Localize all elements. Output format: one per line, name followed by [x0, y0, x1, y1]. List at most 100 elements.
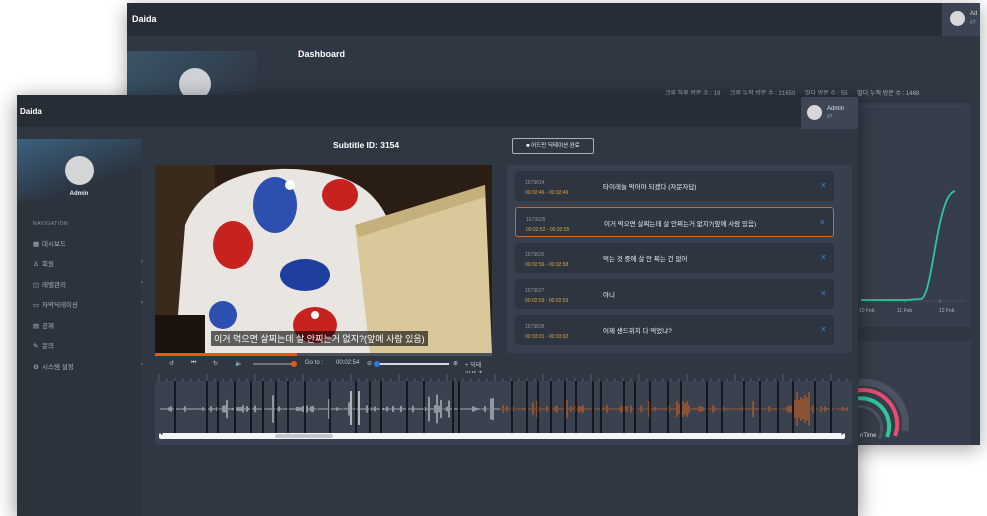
- list-item[interactable]: 1673614 00:02:46 - 00:02:49 타이레놀 먹어야 되겠다…: [515, 171, 834, 201]
- zoom-slider[interactable]: [374, 361, 449, 367]
- dashboard-icon: ▦: [33, 241, 40, 248]
- dictation-text: 타이레놀 먹어야 되겠다 (자문자답): [603, 184, 697, 191]
- video-frame: [155, 165, 492, 353]
- video-icon: ▭: [33, 302, 40, 309]
- dictation-text: 어제 샌드위치 다 먹었냐?: [603, 328, 672, 335]
- goto-time-input[interactable]: 00:02:54: [336, 360, 359, 366]
- close-icon[interactable]: ×: [821, 324, 826, 334]
- stat: 딸다 누적 방문 수 : 1468: [857, 91, 920, 97]
- sidebar-item-levels[interactable]: ◫ 레벨관리 ›: [33, 279, 143, 289]
- dictation-text: 이거 먹으면 살찌는데 살 안찌는거 없지?(앞에 사람 있음): [604, 221, 757, 228]
- scroll-right-icon[interactable]: ▸: [841, 431, 844, 437]
- chart-label: nTime: [860, 433, 877, 439]
- dictation-time: 00:02:56 - 00:02:58: [525, 262, 569, 268]
- x-tick-label: 11 Feb: [897, 308, 913, 314]
- replay-icon[interactable]: ↻: [213, 360, 218, 367]
- video-progress-fill: [155, 353, 297, 356]
- volume-knob[interactable]: [291, 361, 297, 367]
- dictation-id: 1673614: [525, 180, 545, 186]
- dictation-id: 1673625: [526, 217, 546, 223]
- x-tick-label: 10 Feb: [859, 308, 875, 314]
- sidebar-item-system-settings[interactable]: ⚙ 시스템 설정 ›: [33, 361, 143, 371]
- level-icon: ◫: [33, 282, 40, 289]
- background-line-chart-card: 10 Feb 11 Feb 12 Feb: [855, 103, 971, 327]
- chevron-right-icon: ›: [140, 361, 143, 368]
- user-menu[interactable]: Admin #7: [801, 97, 858, 129]
- donut-chart: [855, 378, 910, 440]
- background-sidebar-header: [127, 51, 257, 101]
- video-subtitle-caption: 이거 먹으면 살찌는데 살 안찌는거 없지?(앞에 사람 있음): [211, 331, 428, 346]
- sidebar-item-subtitle-dictation[interactable]: ▭ 자막딕테이션 ›: [33, 299, 143, 309]
- dictation-id: 1673628: [525, 324, 545, 330]
- chevron-right-icon: ›: [140, 299, 143, 306]
- background-donut-card: nTime: [855, 341, 971, 445]
- close-icon[interactable]: ×: [821, 288, 826, 298]
- sidebar-item-notice[interactable]: ▤ 공제: [33, 320, 133, 330]
- sidebar-item-label: 자막딕테이션: [42, 302, 78, 309]
- avatar: [65, 156, 94, 185]
- dictation-text: 아니: [603, 292, 615, 299]
- list-item[interactable]: 1673626 00:02:56 - 00:02:58 먹는 것 중에 살 안 …: [515, 243, 834, 273]
- sidebar-item-label: 공제: [42, 323, 54, 330]
- page-title: Dashboard: [298, 49, 346, 59]
- zoom-out-icon[interactable]: ⊖: [367, 360, 372, 367]
- sidebar-item-label: 대시보드: [42, 241, 66, 248]
- close-icon[interactable]: ×: [821, 252, 826, 262]
- dictation-time: 00:02:59 - 00:02:59: [525, 298, 569, 304]
- scrollbar-thumb[interactable]: [275, 434, 333, 438]
- sidebar-item-inquiry[interactable]: ✎ 문의: [33, 340, 133, 350]
- video-player[interactable]: 이거 먹으면 살찌는데 살 안찌는거 없지?(앞에 사람 있음): [155, 165, 492, 353]
- user-name: Admin: [827, 106, 845, 112]
- scroll-left-icon[interactable]: ◂: [160, 431, 163, 437]
- volume-slider[interactable]: [253, 361, 297, 367]
- complete-dictation-button[interactable]: ■ 어드민 딕테이션 완료: [512, 138, 594, 154]
- close-icon[interactable]: ×: [820, 217, 825, 227]
- user-role: #7: [827, 114, 833, 120]
- brand-logo[interactable]: Daida: [20, 107, 42, 116]
- background-brand: Daida: [132, 14, 157, 24]
- subtitle-editor-window: Daida Admin #7 Admin NAVIGATION ▦ 대시보드 ♙ 회…: [17, 95, 858, 516]
- volume-icon[interactable]: 🔈: [235, 360, 242, 367]
- topbar: Daida: [17, 95, 858, 127]
- rewind-icon[interactable]: ↺: [169, 360, 174, 367]
- user-name: Ad: [970, 11, 978, 17]
- list-item[interactable]: 1673628 00:03:01 - 00:03:02 어제 샌드위치 다 먹었…: [515, 315, 834, 345]
- sidebar-item-label: 시스템 설정: [42, 364, 74, 371]
- sidebar-item-label: 레벨관리: [42, 282, 66, 289]
- avatar: [807, 105, 822, 120]
- dictation-time: 00:02:52 - 00:02:55: [526, 227, 570, 233]
- list-item[interactable]: 1673625 00:02:52 - 00:02:55 이거 먹으면 살찌는데 …: [515, 207, 834, 237]
- skip-back-icon[interactable]: ⏮: [191, 360, 196, 367]
- gear-icon: ⚙: [33, 364, 39, 371]
- line-chart: [861, 105, 965, 303]
- sidebar-item-label: 회원: [42, 261, 54, 268]
- close-icon[interactable]: ×: [821, 180, 826, 190]
- sidebar-item-dashboard[interactable]: ▦ 대시보드: [33, 238, 133, 248]
- zoom-in-icon[interactable]: ⊕: [453, 360, 458, 367]
- list-item[interactable]: 1673627 00:02:59 - 00:02:59 아니 ×: [515, 279, 834, 309]
- user-icon: ♙: [33, 261, 39, 268]
- zoom-knob[interactable]: [374, 361, 380, 367]
- edit-icon: ✎: [33, 343, 39, 350]
- user-role: #7: [970, 20, 976, 26]
- player-controls: ↺ ⏮ ↻ 🔈 Go to : 00:02:54 ⊖ ⊕ + 딕테이션 추가: [155, 358, 485, 387]
- dictation-time: 00:03:01 - 00:03:02: [525, 334, 569, 340]
- dictation-list: 1673614 00:02:46 - 00:02:49 타이레놀 먹어야 되겠다…: [507, 165, 852, 353]
- sidebar-item-label: 문의: [42, 343, 54, 350]
- background-user-menu[interactable]: Ad #7: [942, 3, 980, 36]
- sidebar-item-members[interactable]: ♙ 회원 ›: [33, 258, 143, 268]
- sidebar-user-name: Admin: [69, 191, 89, 197]
- chevron-right-icon: ›: [140, 258, 143, 265]
- background-topbar: Daida Ad #7: [127, 3, 980, 36]
- x-tick-label: 12 Feb: [939, 308, 955, 314]
- video-progress-bar[interactable]: [155, 353, 492, 356]
- chevron-right-icon: ›: [140, 279, 143, 286]
- sidebar: Admin NAVIGATION ▦ 대시보드 ♙ 회원 › ◫ 레벨관리 › ▭ 자막…: [17, 139, 143, 516]
- goto-label: Go to :: [305, 360, 324, 366]
- page-title: Subtitle ID: 3154: [333, 140, 400, 150]
- dictation-id: 1673626: [525, 252, 545, 258]
- nav-header: NAVIGATION: [33, 221, 69, 227]
- dictation-time: 00:02:46 - 00:02:49: [525, 190, 569, 196]
- notice-icon: ▤: [33, 323, 40, 330]
- timeline-scrollbar[interactable]: ◂ ▸: [159, 431, 845, 439]
